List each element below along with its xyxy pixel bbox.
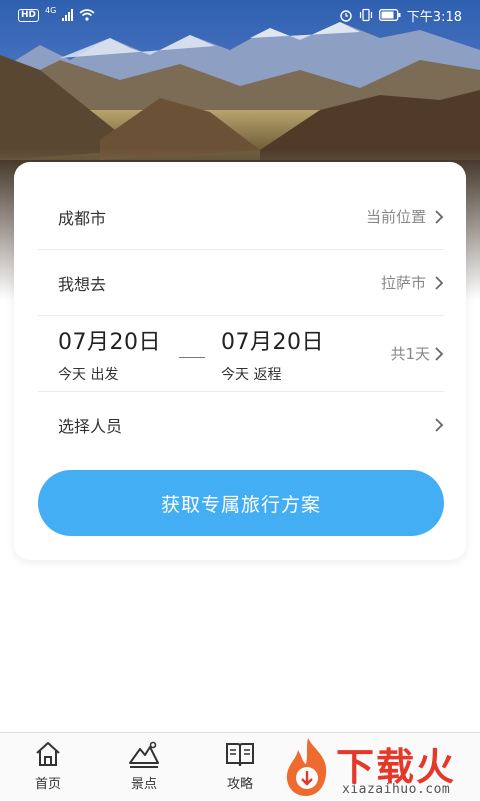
origin-city: 成都市: [58, 208, 107, 228]
return-label: 今天 返程: [221, 366, 282, 383]
status-bar: HD 4G 下午3:18: [0, 0, 480, 30]
depart-date: 07月20日: [58, 329, 161, 355]
wifi-icon: [79, 9, 95, 21]
chevron-right-icon: [435, 209, 444, 224]
battery-icon: [378, 9, 401, 21]
watermark: 下载火 xiazaihuo.com: [280, 734, 480, 800]
select-people-label: 选择人员: [58, 417, 123, 436]
nav-label-spots: 景点: [130, 777, 157, 792]
nav-item-spots[interactable]: 景点: [114, 739, 174, 792]
hd-badge: HD: [18, 8, 40, 22]
return-date-picker[interactable]: 07月20日 今天 返程: [221, 324, 324, 384]
return-date: 07月20日: [221, 329, 324, 355]
clock: 下午3:18: [406, 9, 462, 25]
chevron-right-icon: [435, 418, 444, 432]
select-people-row[interactable]: 选择人员: [38, 392, 444, 458]
nav-item-home[interactable]: 首页: [18, 739, 78, 792]
current-location-link[interactable]: 当前位置: [366, 206, 426, 227]
trip-planner-card: 成都市 当前位置 我想去 拉萨市 07月20日 今天 出发 07月20日 今天 …: [14, 162, 466, 560]
alarm-icon: [339, 8, 353, 22]
nav-label-home: 首页: [34, 777, 61, 792]
depart-label: 今天 出发: [58, 366, 119, 383]
dates-row[interactable]: 07月20日 今天 出发 07月20日 今天 返程 共1天: [38, 316, 444, 392]
destination-city: 拉萨市: [380, 274, 426, 292]
nav-item-guide[interactable]: 攻略: [210, 739, 270, 792]
signal-icon: [62, 9, 74, 21]
book-icon: [226, 743, 254, 767]
home-icon: [36, 742, 60, 766]
network-type: 4G: [45, 5, 57, 15]
watermark-url: xiazaihuo.com: [342, 782, 451, 797]
destination-row[interactable]: 我想去 拉萨市: [38, 250, 444, 316]
origin-row[interactable]: 成都市 当前位置: [38, 184, 444, 250]
mountain-icon: [129, 741, 159, 768]
flame-logo-icon: [286, 738, 327, 796]
vibrate-icon: [359, 8, 373, 22]
destination-label: 我想去: [58, 274, 107, 294]
nav-label-guide: 攻略: [226, 777, 253, 792]
chevron-right-icon: [435, 275, 444, 290]
depart-date-picker[interactable]: 07月20日 今天 出发: [58, 324, 161, 384]
get-travel-plan-button[interactable]: 获取专属旅行方案: [38, 470, 444, 536]
date-separator: [179, 357, 205, 358]
chevron-right-icon: [435, 346, 444, 361]
trip-duration: 共1天: [390, 345, 430, 363]
